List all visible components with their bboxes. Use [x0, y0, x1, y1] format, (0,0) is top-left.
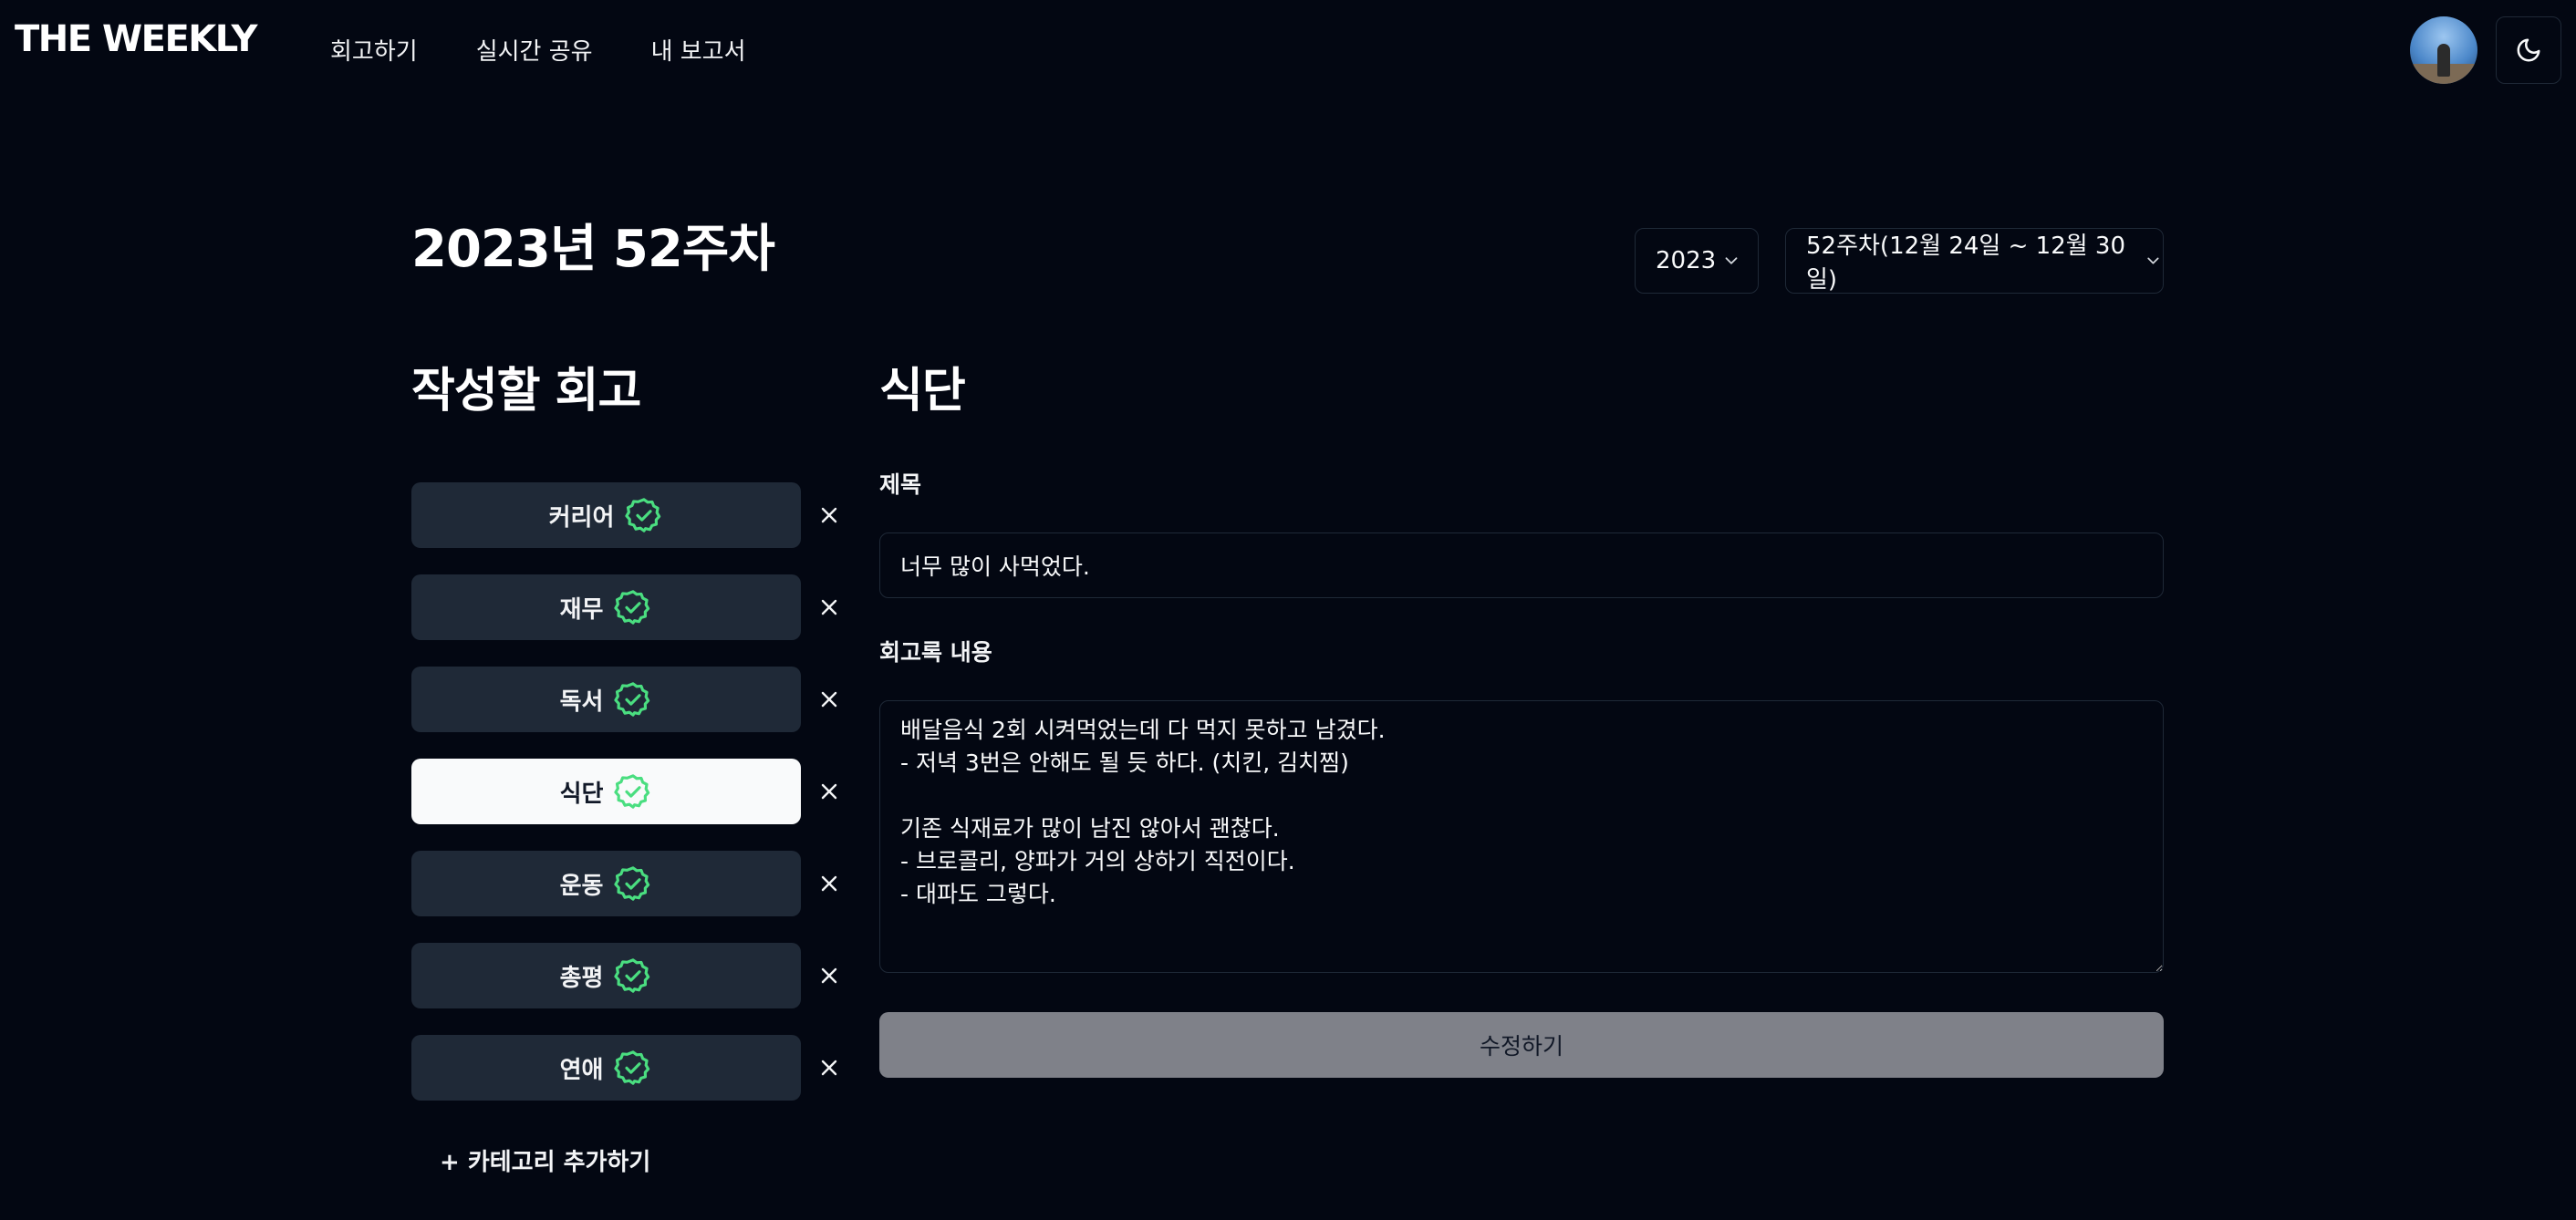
remove-category-button[interactable] [815, 1053, 844, 1082]
category-button[interactable]: 총평 [411, 943, 801, 1008]
category-button[interactable]: 운동 [411, 851, 801, 916]
nav-retrospect[interactable]: 회고하기 [330, 33, 418, 67]
nav-live-share[interactable]: 실시간 공유 [476, 33, 593, 67]
category-list: 커리어재무독서식단운동총평연애 [411, 482, 849, 1127]
title-input[interactable] [879, 532, 2164, 598]
category-button[interactable]: 독서 [411, 667, 801, 732]
category-label: 연애 [559, 1056, 604, 1084]
badge-check-icon [614, 866, 650, 901]
theme-toggle-button[interactable] [2496, 16, 2561, 84]
category-row: 독서 [411, 667, 849, 732]
main-nav: 회고하기 실시간 공유 내 보고서 [330, 33, 746, 67]
add-category-button[interactable]: + 카테고리 추가하기 [440, 1143, 650, 1177]
category-row: 연애 [411, 1035, 849, 1101]
close-icon [821, 1060, 837, 1076]
content-textarea[interactable]: 배달음식 2회 시켜먹었는데 다 먹지 못하고 남겼다. - 저녁 3번은 안해… [879, 700, 2164, 973]
chevron-down-icon [1725, 257, 1738, 264]
badge-check-icon [614, 1050, 650, 1085]
badge-check-icon [614, 774, 650, 809]
badge-check-icon [614, 958, 650, 993]
remove-category-button[interactable] [815, 869, 844, 898]
remove-category-button[interactable] [815, 593, 844, 622]
category-label: 식단 [559, 780, 604, 808]
week-select-value: 52주차(12월 24일 ~ 12월 30일) [1806, 233, 2126, 294]
week-select[interactable]: 52주차(12월 24일 ~ 12월 30일) [1785, 228, 2164, 294]
user-avatar[interactable] [2410, 16, 2477, 84]
title-label: 제목 [879, 471, 922, 498]
nav-my-report[interactable]: 내 보고서 [651, 33, 746, 67]
categories-heading: 작성할 회고 [411, 364, 641, 419]
avatar-person [2437, 44, 2450, 77]
content-label: 회고록 내용 [879, 639, 992, 666]
close-icon [821, 599, 837, 615]
category-button[interactable]: 식단 [411, 759, 801, 824]
top-header: THE WEEKLY 회고하기 실시간 공유 내 보고서 [0, 0, 2576, 100]
app-logo[interactable]: THE WEEKLY [15, 18, 258, 60]
remove-category-button[interactable] [815, 777, 844, 806]
category-row: 재무 [411, 574, 849, 640]
category-label: 총평 [559, 964, 604, 992]
badge-check-icon [614, 682, 650, 717]
badge-check-icon [614, 590, 650, 625]
category-row: 커리어 [411, 482, 849, 548]
moon-icon [2517, 38, 2540, 62]
form-heading: 식단 [879, 364, 966, 419]
chevron-down-icon [2147, 257, 2159, 264]
category-label: 독서 [559, 688, 604, 716]
category-button[interactable]: 재무 [411, 574, 801, 640]
close-icon [821, 507, 837, 523]
category-button[interactable]: 연애 [411, 1035, 801, 1101]
category-label: 운동 [559, 872, 604, 900]
remove-category-button[interactable] [815, 685, 844, 714]
submit-edit-button[interactable]: 수정하기 [879, 1012, 2164, 1078]
remove-category-button[interactable] [815, 501, 844, 530]
close-icon [821, 783, 837, 800]
close-icon [821, 875, 837, 892]
category-label: 재무 [559, 595, 604, 624]
remove-category-button[interactable] [815, 961, 844, 990]
year-select-value: 2023 [1656, 247, 1717, 274]
category-row: 총평 [411, 943, 849, 1008]
category-button[interactable]: 커리어 [411, 482, 801, 548]
year-select[interactable]: 2023 [1635, 228, 1759, 294]
category-row: 운동 [411, 851, 849, 916]
badge-check-icon [625, 498, 661, 532]
close-icon [821, 691, 837, 708]
close-icon [821, 967, 837, 984]
category-row: 식단 [411, 759, 849, 824]
category-label: 커리어 [548, 503, 615, 532]
page-title: 2023년 52주차 [411, 220, 775, 279]
